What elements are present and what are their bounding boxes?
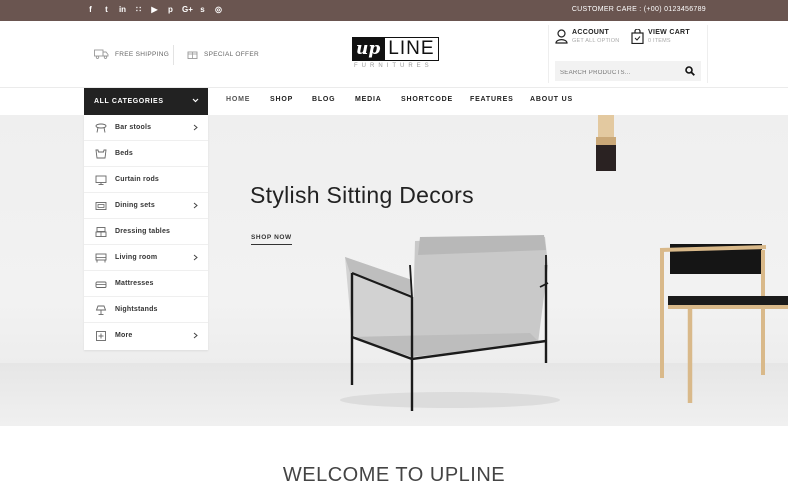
account-link[interactable]: ACCOUNT GET ALL OPTION: [555, 29, 619, 44]
bar-stool-icon: [95, 123, 107, 133]
social-links: f t in ∷ ▶ p G+ s ◎: [86, 4, 223, 16]
hero-title: Stylish Sitting Decors: [250, 182, 474, 208]
chevron-down-icon: [192, 98, 199, 103]
category-label: Nightstands: [115, 306, 158, 313]
welcome-heading: WELCOME TO UPLINE: [282, 464, 506, 486]
site-header: FREE SHIPPING SPECIAL OFFER up LINE FURN…: [0, 21, 788, 87]
skype-icon[interactable]: s: [198, 4, 207, 16]
nav-about-us[interactable]: ABOUT US: [530, 96, 573, 103]
bed-icon: [95, 149, 107, 159]
all-categories-label: ALL CATEGORIES: [94, 98, 164, 105]
lamp-icon: [95, 305, 107, 315]
shopping-bag-icon: [631, 29, 644, 44]
nav-shop[interactable]: SHOP: [270, 96, 293, 103]
category-item[interactable]: Living room: [84, 245, 208, 271]
curtain-icon: [95, 175, 107, 185]
shop-now-link[interactable]: SHOP NOW: [251, 234, 292, 245]
facebook-icon[interactable]: f: [86, 4, 95, 16]
all-categories-toggle[interactable]: ALL CATEGORIES: [84, 88, 208, 115]
nav-home[interactable]: HOME: [226, 96, 250, 103]
category-item[interactable]: Beds: [84, 141, 208, 167]
category-item[interactable]: More: [84, 323, 208, 349]
gift-icon: [187, 51, 198, 59]
chevron-right-icon: [193, 124, 198, 131]
header-divider: [173, 45, 174, 65]
user-icon: [555, 29, 568, 44]
pinterest-icon[interactable]: p: [166, 4, 175, 16]
category-list: Bar stools Beds Curtain rods Dining sets…: [84, 115, 208, 350]
dressing-table-icon: [95, 227, 107, 237]
chevron-right-icon: [193, 202, 198, 209]
google-plus-icon[interactable]: G+: [182, 4, 193, 16]
category-item[interactable]: Dressing tables: [84, 219, 208, 245]
free-shipping-label: FREE SHIPPING: [115, 50, 170, 58]
category-item[interactable]: Dining sets: [84, 193, 208, 219]
truck-icon: [94, 49, 109, 59]
search-bar: [555, 61, 701, 83]
category-label: Beds: [115, 150, 133, 157]
logo-line-text: LINE: [384, 37, 439, 61]
youtube-icon[interactable]: ▶: [150, 4, 159, 16]
view-cart-link[interactable]: VIEW CART 0 ITEMS: [631, 29, 690, 44]
search-input[interactable]: [555, 63, 675, 83]
category-item[interactable]: Curtain rods: [84, 167, 208, 193]
logo-subtitle: FURNITURES: [354, 63, 433, 69]
plus-box-icon: [96, 331, 106, 341]
category-label: Mattresses: [115, 280, 154, 287]
chevron-right-icon: [193, 254, 198, 261]
customer-care-text: CUSTOMER CARE : (+00) 0123456789: [571, 6, 706, 13]
category-item[interactable]: Nightstands: [84, 297, 208, 323]
nav-media[interactable]: MEDIA: [355, 96, 382, 103]
mattress-icon: [95, 281, 107, 288]
site-logo[interactable]: up LINE FURNITURES: [352, 37, 440, 69]
nav-shortcode[interactable]: SHORTCODE: [401, 96, 453, 103]
category-label: Dining sets: [115, 202, 155, 209]
account-subtitle: GET ALL OPTION: [572, 38, 620, 44]
category-label: Curtain rods: [115, 176, 160, 183]
account-title: ACCOUNT: [572, 29, 610, 36]
chevron-right-icon: [193, 332, 198, 339]
special-offer-label: SPECIAL OFFER: [204, 50, 259, 58]
header-account-area: ACCOUNT GET ALL OPTION VIEW CART 0 ITEMS: [548, 25, 708, 83]
dining-icon: [95, 202, 107, 210]
search-icon[interactable]: [685, 66, 695, 76]
linkedin-icon[interactable]: in: [118, 4, 127, 16]
category-item[interactable]: Bar stools: [84, 115, 208, 141]
cart-count: 0 ITEMS: [648, 38, 671, 44]
rss-icon[interactable]: ∷: [134, 4, 143, 16]
category-label: Bar stools: [115, 124, 152, 131]
sofa-icon: [95, 253, 107, 263]
twitter-icon[interactable]: t: [102, 4, 111, 16]
category-item[interactable]: Mattresses: [84, 271, 208, 297]
logo-up-text: up: [352, 37, 385, 61]
special-offer-badge: SPECIAL OFFER: [187, 49, 259, 59]
category-label: Living room: [115, 254, 158, 261]
top-bar: f t in ∷ ▶ p G+ s ◎ CUSTOMER CARE : (+00…: [0, 0, 788, 21]
instagram-icon[interactable]: ◎: [214, 4, 223, 16]
cart-title: VIEW CART: [648, 29, 690, 36]
free-shipping-badge: FREE SHIPPING: [94, 49, 169, 59]
category-label: More: [115, 332, 133, 339]
nav-features[interactable]: FEATURES: [470, 96, 514, 103]
category-label: Dressing tables: [115, 228, 171, 235]
nav-blog[interactable]: BLOG: [312, 96, 335, 103]
